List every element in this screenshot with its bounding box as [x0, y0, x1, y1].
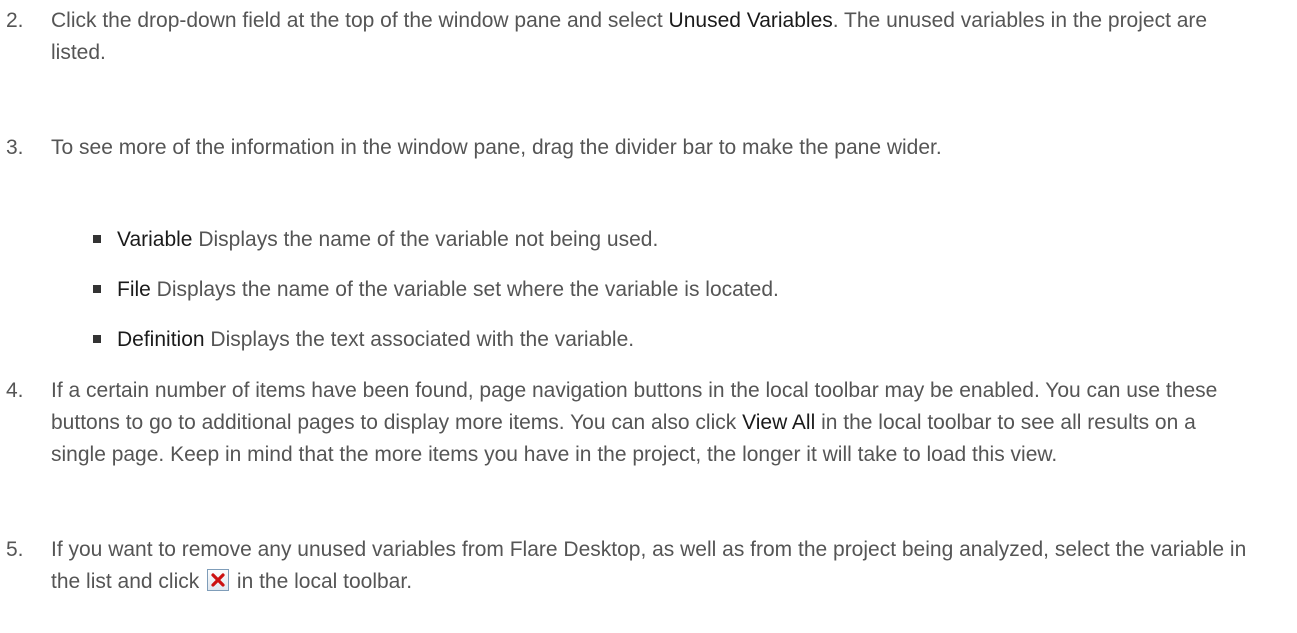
list-item: Variable Displays the name of the variab…: [0, 224, 1200, 256]
step-4: 4. If a certain number of items have bee…: [0, 375, 1251, 471]
list-item: File Displays the name of the variable s…: [0, 274, 1200, 306]
column-term: Definition: [117, 328, 205, 351]
column-term: File: [117, 278, 151, 301]
list-item: Definition Displays the text associated …: [0, 324, 1200, 356]
step-text-before: Click the drop-down field at the top of …: [51, 9, 669, 32]
column-term: Variable: [117, 228, 193, 251]
bullet-marker: [93, 235, 101, 243]
column-description: Displays the name of the variable set wh…: [150, 278, 779, 301]
step-text: If a certain number of items have been f…: [51, 375, 1251, 471]
bullet-marker: [93, 335, 101, 343]
step-number: 5.: [6, 538, 24, 561]
step-text: To see more of the information in the wi…: [51, 136, 942, 159]
step-2: 2. Click the drop-down field at the top …: [0, 5, 1251, 69]
delete-x-icon[interactable]: [207, 569, 230, 591]
bullet-marker: [93, 285, 101, 293]
step-number: 4.: [6, 379, 24, 402]
column-description: Displays the text associated with the va…: [204, 328, 635, 351]
unused-variables-label: Unused Variables: [668, 9, 833, 32]
document-page: 2. Click the drop-down field at the top …: [0, 0, 1297, 633]
step-text: If you want to remove any unused variabl…: [51, 534, 1251, 598]
step-3: 3. To see more of the information in the…: [0, 132, 1251, 164]
step-5: 5. If you want to remove any unused vari…: [0, 534, 1251, 598]
view-all-label: View All: [742, 411, 816, 434]
column-description: Displays the name of the variable not be…: [192, 228, 659, 251]
step-text-after: in the local toolbar.: [231, 570, 413, 593]
step-number: 2.: [6, 9, 24, 32]
column-descriptions-list: Variable Displays the name of the variab…: [0, 224, 1200, 374]
step-text: Click the drop-down field at the top of …: [51, 5, 1251, 69]
step-number: 3.: [6, 136, 24, 159]
